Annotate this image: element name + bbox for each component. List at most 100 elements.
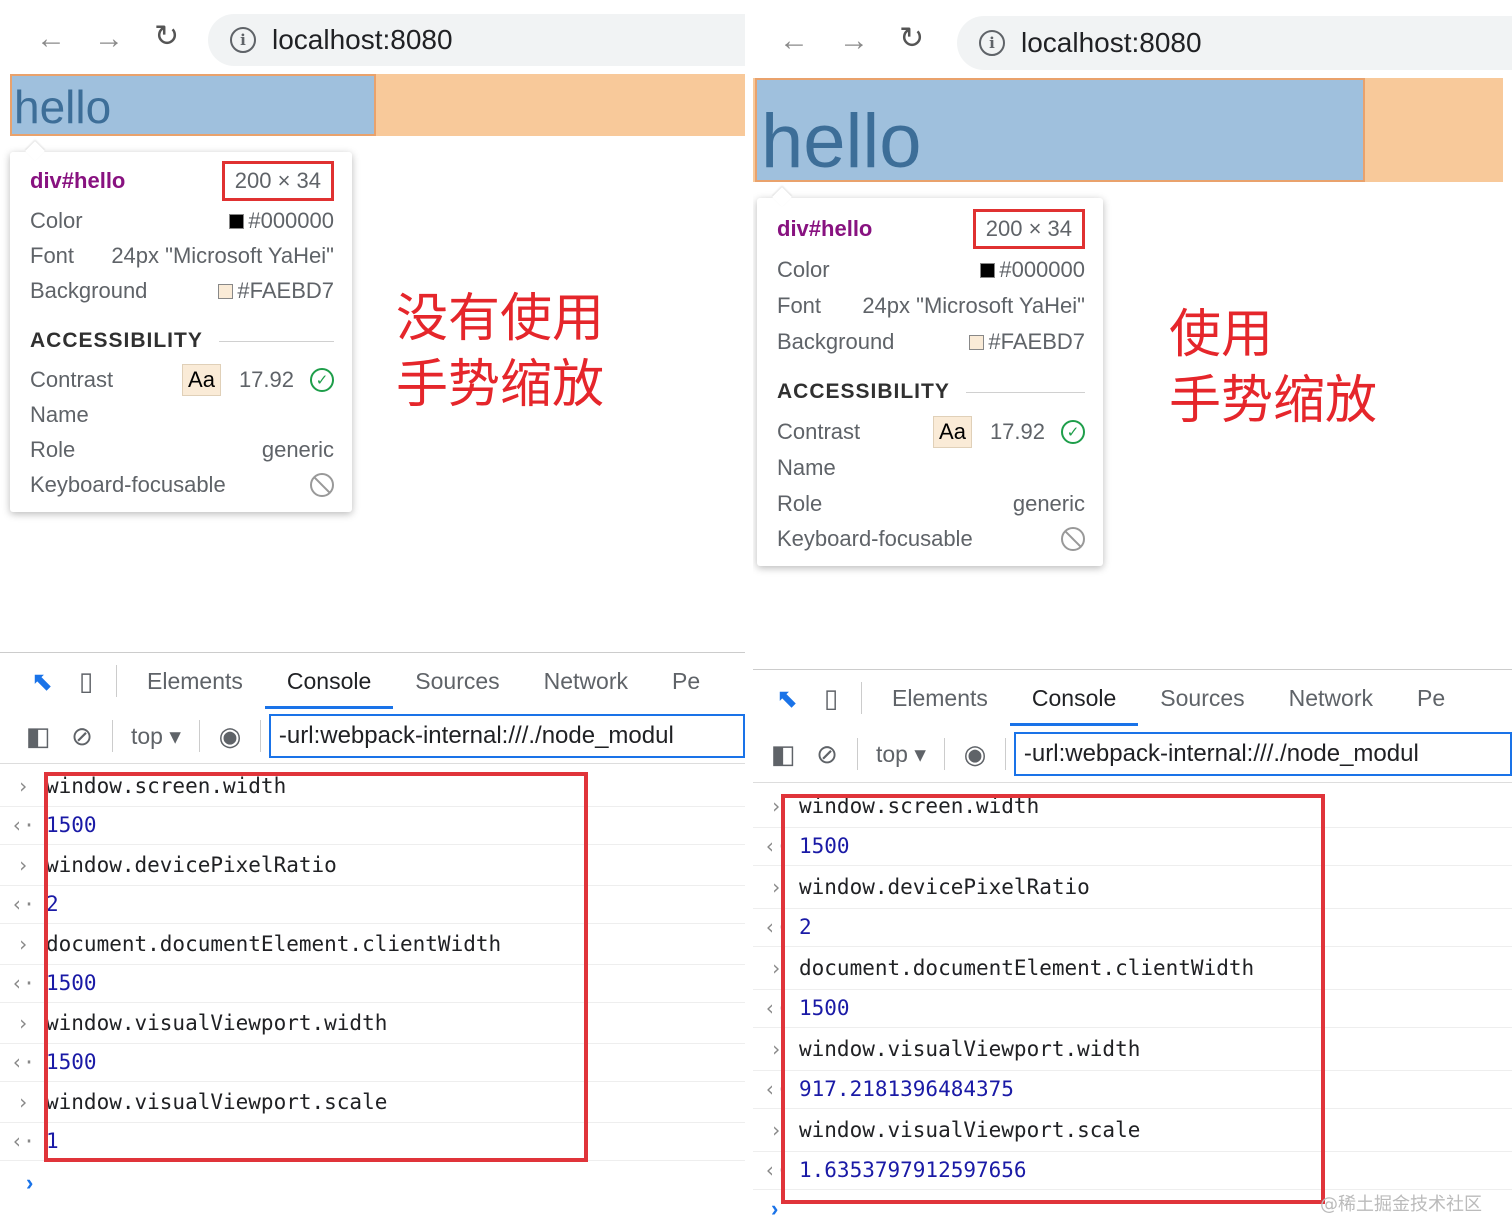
device-toolbar-icon[interactable]: ▯ bbox=[809, 683, 853, 714]
keyboard-focusable-label: Keyboard-focusable bbox=[777, 526, 973, 551]
console-input-line: › window.devicePixelRatio bbox=[753, 866, 1512, 909]
tab-performance[interactable]: Pe bbox=[650, 653, 722, 709]
inspect-tooltip: div#hello 200 × 34 Color #000000 Font 24… bbox=[757, 187, 1103, 566]
console-result-line: ‹· 2 bbox=[0, 885, 745, 924]
background-swatch bbox=[969, 335, 985, 350]
eye-icon[interactable]: ◉ bbox=[208, 721, 252, 752]
context-selector[interactable]: top ▾ bbox=[121, 723, 191, 750]
result-arrow-icon: ‹· bbox=[763, 834, 789, 858]
tab-performance[interactable]: Pe bbox=[1395, 670, 1467, 726]
color-swatch bbox=[980, 263, 996, 278]
tab-elements[interactable]: Elements bbox=[870, 670, 1010, 726]
console-input-line: › document.documentElement.clientWidth bbox=[753, 947, 1512, 990]
element-selector: div#hello bbox=[30, 168, 126, 193]
url-text: localhost:8080 bbox=[272, 24, 453, 55]
inspect-tooltip: div#hello 200 × 34 Color #000000 Font 24… bbox=[10, 141, 352, 512]
back-arrow-icon[interactable]: ← bbox=[779, 26, 809, 56]
devtools-tabbar: ⬉ ▯ Elements Console Sources Network Pe bbox=[0, 652, 745, 710]
not-focusable-icon bbox=[1061, 527, 1085, 551]
toolbar-divider bbox=[116, 665, 117, 697]
console-result-line: ‹· 2 bbox=[753, 908, 1512, 947]
toolbar-divider bbox=[857, 738, 858, 770]
console-result-line: ‹· 1500 bbox=[753, 989, 1512, 1028]
toolbar-divider bbox=[861, 682, 862, 714]
console-input-line: › document.documentElement.clientWidth bbox=[0, 924, 745, 965]
check-circle-icon: ✓ bbox=[310, 368, 334, 392]
clear-console-icon[interactable]: ⊘ bbox=[805, 739, 849, 770]
check-circle-icon: ✓ bbox=[1061, 420, 1085, 444]
eye-icon[interactable]: ◉ bbox=[953, 739, 997, 770]
color-label: Color bbox=[777, 257, 830, 282]
reload-icon[interactable]: ↻ bbox=[154, 22, 179, 52]
input-prompt-icon: › bbox=[16, 932, 30, 956]
result-arrow-icon: ‹· bbox=[763, 1158, 789, 1182]
tab-elements[interactable]: Elements bbox=[125, 653, 265, 709]
console-result-line: ‹· 1 bbox=[0, 1122, 745, 1161]
font-value: 24px "Microsoft YaHei" bbox=[862, 293, 1085, 318]
contrast-label: Contrast bbox=[777, 419, 861, 444]
result-arrow-icon: ‹· bbox=[10, 892, 36, 916]
toolbar-divider bbox=[1004, 738, 1006, 770]
device-toolbar-icon[interactable]: ▯ bbox=[64, 666, 108, 697]
forward-arrow-icon[interactable]: → bbox=[839, 26, 869, 56]
contrast-sample: Aa bbox=[182, 364, 221, 396]
console-prompt-icon[interactable]: › bbox=[771, 1196, 778, 1222]
console-filter-input[interactable]: -url:webpack-internal:///./node_modul bbox=[1013, 732, 1512, 776]
console-input-line: › window.visualViewport.width bbox=[753, 1028, 1512, 1071]
background-value: #FAEBD7 bbox=[969, 329, 1085, 355]
console-input-line: › window.devicePixelRatio bbox=[0, 845, 745, 886]
console-result-line: ‹· 1500 bbox=[0, 806, 745, 845]
context-selector[interactable]: top ▾ bbox=[866, 741, 936, 768]
sidebar-toggle-icon[interactable]: ◧ bbox=[761, 739, 805, 770]
annotation-text: 没有使用 手势缩放 bbox=[396, 289, 605, 415]
console-input-line: › window.visualViewport.width bbox=[0, 1003, 745, 1044]
tooltip-caret bbox=[772, 187, 792, 207]
tab-sources[interactable]: Sources bbox=[1138, 670, 1266, 726]
element-dimensions: 200 × 34 bbox=[221, 161, 334, 201]
forward-arrow-icon[interactable]: → bbox=[94, 24, 124, 54]
result-arrow-icon: ‹· bbox=[763, 1077, 789, 1101]
inspect-element-icon[interactable]: ⬉ bbox=[20, 666, 64, 697]
input-prompt-icon: › bbox=[769, 956, 783, 980]
input-prompt-icon: › bbox=[16, 1011, 30, 1035]
section-divider bbox=[965, 391, 1085, 393]
back-arrow-icon[interactable]: ← bbox=[36, 24, 66, 54]
console-input-line: › window.visualViewport.scale bbox=[0, 1082, 745, 1123]
input-prompt-icon: › bbox=[769, 794, 783, 818]
left-screenshot: ← → ↻ i localhost:8080 hello div#hello 2… bbox=[0, 0, 745, 1230]
tab-sources[interactable]: Sources bbox=[393, 653, 521, 709]
address-bar[interactable]: i localhost:8080 bbox=[208, 14, 745, 66]
tab-console[interactable]: Console bbox=[264, 653, 394, 709]
keyboard-focusable-label: Keyboard-focusable bbox=[30, 472, 226, 497]
console-filter-input[interactable]: -url:webpack-internal:///./node_modul bbox=[268, 714, 745, 758]
font-value: 24px "Microsoft YaHei" bbox=[111, 243, 334, 268]
role-label: Role bbox=[777, 491, 823, 516]
url-text: localhost:8080 bbox=[1021, 27, 1202, 58]
clear-console-icon[interactable]: ⊘ bbox=[60, 721, 104, 752]
sidebar-toggle-icon[interactable]: ◧ bbox=[16, 721, 60, 752]
site-info-icon[interactable]: i bbox=[230, 27, 256, 53]
toolbar-divider bbox=[943, 738, 945, 770]
address-bar[interactable]: i localhost:8080 bbox=[957, 16, 1512, 70]
section-divider bbox=[218, 340, 334, 342]
input-prompt-icon: › bbox=[769, 1118, 783, 1142]
hello-div-highlight: hello bbox=[755, 78, 1365, 182]
color-value: #000000 bbox=[229, 208, 334, 234]
background-value: #FAEBD7 bbox=[218, 278, 334, 304]
tab-network[interactable]: Network bbox=[1267, 670, 1395, 726]
contrast-value: Aa 17.92 ✓ bbox=[933, 416, 1085, 448]
tab-network[interactable]: Network bbox=[522, 653, 650, 709]
font-label: Font bbox=[30, 243, 75, 268]
input-prompt-icon: › bbox=[769, 875, 783, 899]
console-toolbar: ◧ ⊘ top ▾ ◉ -url:webpack-internal:///./n… bbox=[753, 726, 1512, 783]
site-info-icon[interactable]: i bbox=[979, 30, 1005, 56]
console-result-line: ‹· 1500 bbox=[753, 827, 1512, 866]
console-result-line: ‹· 917.2181396484375 bbox=[753, 1070, 1512, 1109]
color-swatch bbox=[229, 214, 245, 229]
inspect-element-icon[interactable]: ⬉ bbox=[765, 683, 809, 714]
input-prompt-icon: › bbox=[16, 1090, 30, 1114]
reload-icon[interactable]: ↻ bbox=[899, 24, 924, 54]
watermark: @稀土掘金技术社区 bbox=[1320, 1194, 1482, 1215]
tab-console[interactable]: Console bbox=[1009, 670, 1139, 726]
console-prompt-icon[interactable]: › bbox=[26, 1170, 33, 1196]
